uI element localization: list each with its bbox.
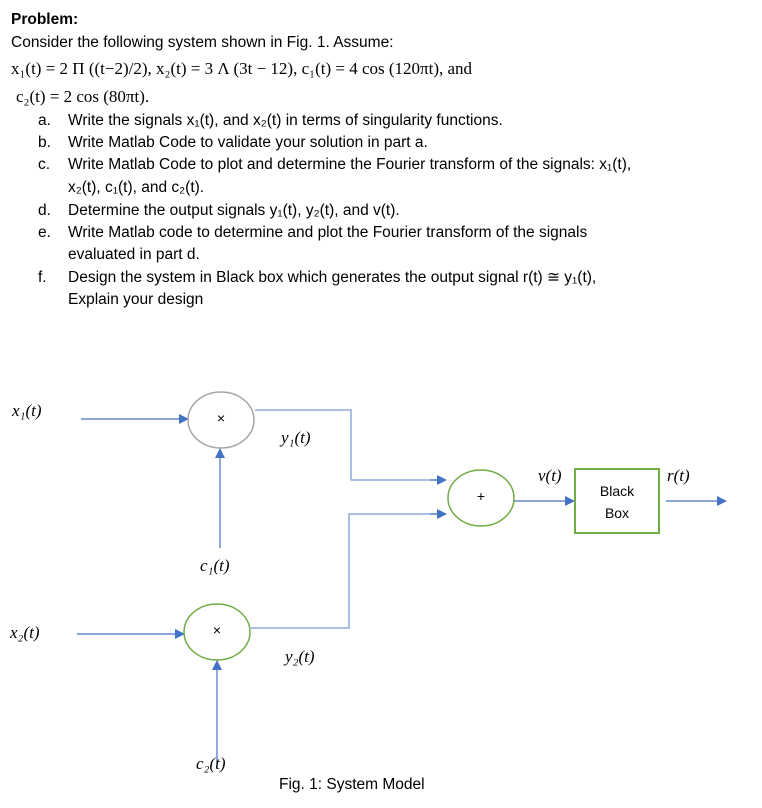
label-y1: y₁(t) <box>281 428 311 447</box>
label-v: v(t) <box>538 466 562 485</box>
black-box-line-1: Black <box>599 483 635 499</box>
label-r: r(t) <box>667 466 690 485</box>
system-diagram <box>77 391 727 768</box>
label-c2: c₂(t) <box>196 754 226 773</box>
black-box-label: Black Box <box>575 480 659 524</box>
label-x2: x₂(t) <box>10 623 40 642</box>
multiplier-2-symbol: × <box>212 622 222 638</box>
label-y2: y₂(t) <box>285 647 315 666</box>
figure-caption: Fig. 1: System Model <box>279 776 425 793</box>
label-x1: x₁(t) <box>12 401 42 420</box>
black-box-line-2: Box <box>604 505 630 521</box>
multiplier-1-symbol: × <box>216 410 226 426</box>
adder-symbol: + <box>476 488 486 504</box>
label-c1: c₁(t) <box>200 556 230 575</box>
wire-y2 <box>251 513 445 629</box>
